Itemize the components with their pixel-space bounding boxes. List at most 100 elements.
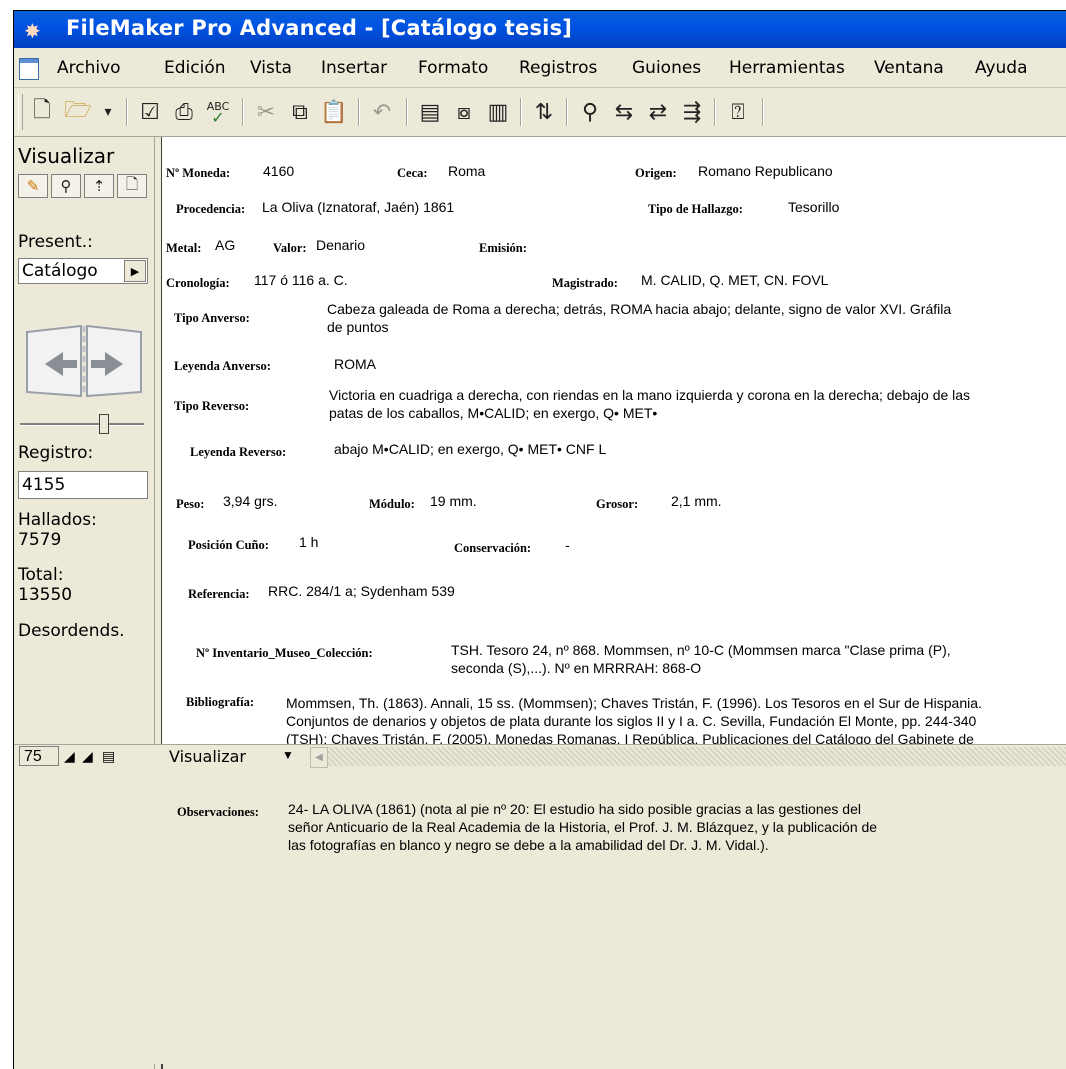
tipo-hallazgo-field[interactable]: Tesorillo [788,198,839,216]
modulo-field[interactable]: 19 mm. [430,492,477,510]
window-bottom [14,769,1066,1064]
menu-ventana[interactable]: Ventana [874,58,944,78]
title-bar[interactable]: ✸ FileMaker Pro Advanced - [Catálogo tes… [14,11,1066,48]
metal-field[interactable]: AG [215,236,235,254]
book-navigation-icon[interactable] [23,320,145,400]
toolbar-separator [126,98,128,126]
help-icon[interactable]: ⍰ [724,98,752,126]
total-value: 13550 [18,585,73,605]
toolbar-grip[interactable] [18,94,23,130]
mode-popup[interactable]: Visualizar [169,747,246,766]
document-icon[interactable] [19,58,39,80]
metal-label: Metal: [166,241,202,255]
tipo-hallazgo-label: Tipo de Hallazgo: [648,202,743,216]
chevron-down-icon[interactable]: ▼ [282,748,294,762]
copy-icon[interactable]: ⧉ [286,98,314,126]
horizontal-scrollbar[interactable] [310,747,1066,766]
record-slider[interactable] [18,412,148,434]
filemaker-app-icon: ✸ [24,21,41,43]
zoom-out-icon[interactable]: ◢ [64,748,75,765]
tipo-anverso-label: Tipo Anverso: [174,311,250,325]
toolbar-separator [520,98,522,126]
find-all-icon[interactable]: ⇶ [678,98,706,126]
layout-select[interactable]: Catálogo ▶ [18,258,148,284]
omit-icon[interactable]: ⇆ [610,98,638,126]
new-record-icon[interactable]: ▤ [416,98,444,126]
record-layout: Nº Moneda: 4160 Ceca: Roma Origen: Roman… [162,137,1066,765]
origen-label: Origen: [635,166,677,180]
menu-formato[interactable]: Formato [418,58,488,78]
checkbox-icon[interactable]: ☑ [136,98,164,126]
window-title: FileMaker Pro Advanced - [Catálogo tesis… [66,16,573,40]
scroll-left-icon[interactable]: ◀ [310,747,328,768]
moneda-field[interactable]: 4160 [263,162,294,180]
zoom-level[interactable]: 75 [19,746,59,766]
spellcheck-icon[interactable]: ABC ✓ [204,98,232,126]
leyenda-reverso-field[interactable]: abajo M•CALID; en exergo, Q• MET• CNF L [334,440,606,458]
cronologia-label: Cronología: [166,276,230,290]
leyenda-anverso-field[interactable]: ROMA [334,355,376,373]
menu-edicion[interactable]: Edición [164,58,226,78]
dropdown-icon[interactable]: ▾ [94,98,122,126]
delete-record-icon[interactable]: ▥ [484,98,512,126]
menu-vista[interactable]: Vista [250,58,292,78]
toolbar-separator [242,98,244,126]
menu-herramientas[interactable]: Herramientas [729,58,845,78]
zoom-in-icon[interactable]: ◢ [82,748,93,765]
cronologia-field[interactable]: 117 ó 116 a. C. [254,271,348,289]
new-icon[interactable]: 🗋 [28,98,56,126]
undo-icon[interactable]: ↶ [368,98,396,126]
menu-guiones[interactable]: Guiones [632,58,701,78]
find-icon[interactable]: ⚲ [576,98,604,126]
grosor-field[interactable]: 2,1 mm. [671,492,722,510]
peso-label: Peso: [176,497,205,511]
peso-field[interactable]: 3,94 grs. [223,492,277,510]
menu-ayuda[interactable]: Ayuda [975,58,1028,78]
record-number-value: 4155 [22,475,66,495]
paste-icon[interactable]: 📋 [320,98,348,126]
show-omitted-icon[interactable]: ⇄ [644,98,672,126]
ceca-field[interactable]: Roma [448,162,485,180]
record-label: Registro: [18,443,94,463]
modulo-label: Módulo: [369,497,415,511]
tipo-reverso-field[interactable]: Victoria en cuadriga a derecha, con rien… [329,386,974,422]
open-icon[interactable]: 🗁 [64,98,92,126]
moneda-label: Nº Moneda: [166,166,231,180]
origen-field[interactable]: Romano Republicano [698,162,833,180]
conservacion-label: Conservación: [454,541,532,555]
posicion-cuno-field[interactable]: 1 h [299,533,318,551]
tipo-reverso-label: Tipo Reverso: [174,399,250,413]
cut-icon[interactable]: ✂ [252,98,280,126]
status-area-toggle-icon[interactable]: ▤ [102,748,115,765]
preview-mode-icon[interactable]: 🗋 [117,174,147,198]
conservacion-field[interactable]: - [565,536,570,554]
procedencia-field[interactable]: La Oliva (Iznatoraf, Jaén) 1861 [262,198,454,216]
layout-label: Present.: [18,232,93,252]
menu-archivo[interactable]: Archivo [57,58,121,78]
menu-registros[interactable]: Registros [519,58,597,78]
leyenda-reverso-label: Leyenda Reverso: [190,445,287,459]
sort-icon[interactable]: ⇅ [530,98,558,126]
toolbar-separator [714,98,716,126]
menu-insertar[interactable]: Insertar [321,58,387,78]
record-number-field[interactable]: 4155 [18,471,148,499]
magistrado-field[interactable]: M. CALID, Q. MET, CN. FOVL [641,271,828,289]
chevron-right-icon[interactable]: ▶ [124,260,146,282]
toolbar-separator [566,98,568,126]
find-mode-icon[interactable]: ⚲ [51,174,81,198]
duplicate-record-icon[interactable]: ⧇ [450,98,478,126]
browse-mode-icon[interactable]: ✎ [18,174,48,198]
layout-mode-icon[interactable]: ⇡ [84,174,114,198]
valor-field[interactable]: Denario [316,236,365,254]
slider-thumb[interactable] [99,414,109,434]
tipo-anverso-field[interactable]: Cabeza galeada de Roma a derecha; detrás… [327,300,967,336]
referencia-field[interactable]: RRC. 284/1 a; Sydenham 539 [268,582,455,600]
toolbar-separator [406,98,408,126]
inventario-field[interactable]: TSH. Tesoro 24, nº 868. Mommsen, nº 10-C… [451,641,961,677]
app-window: ✸ FileMaker Pro Advanced - [Catálogo tes… [13,10,1066,1069]
procedencia-label: Procedencia: [176,202,246,216]
print-icon[interactable]: ⎙ [170,98,198,126]
toolbar-separator [358,98,360,126]
total-label: Total: [18,565,64,585]
magistrado-label: Magistrado: [552,276,618,290]
